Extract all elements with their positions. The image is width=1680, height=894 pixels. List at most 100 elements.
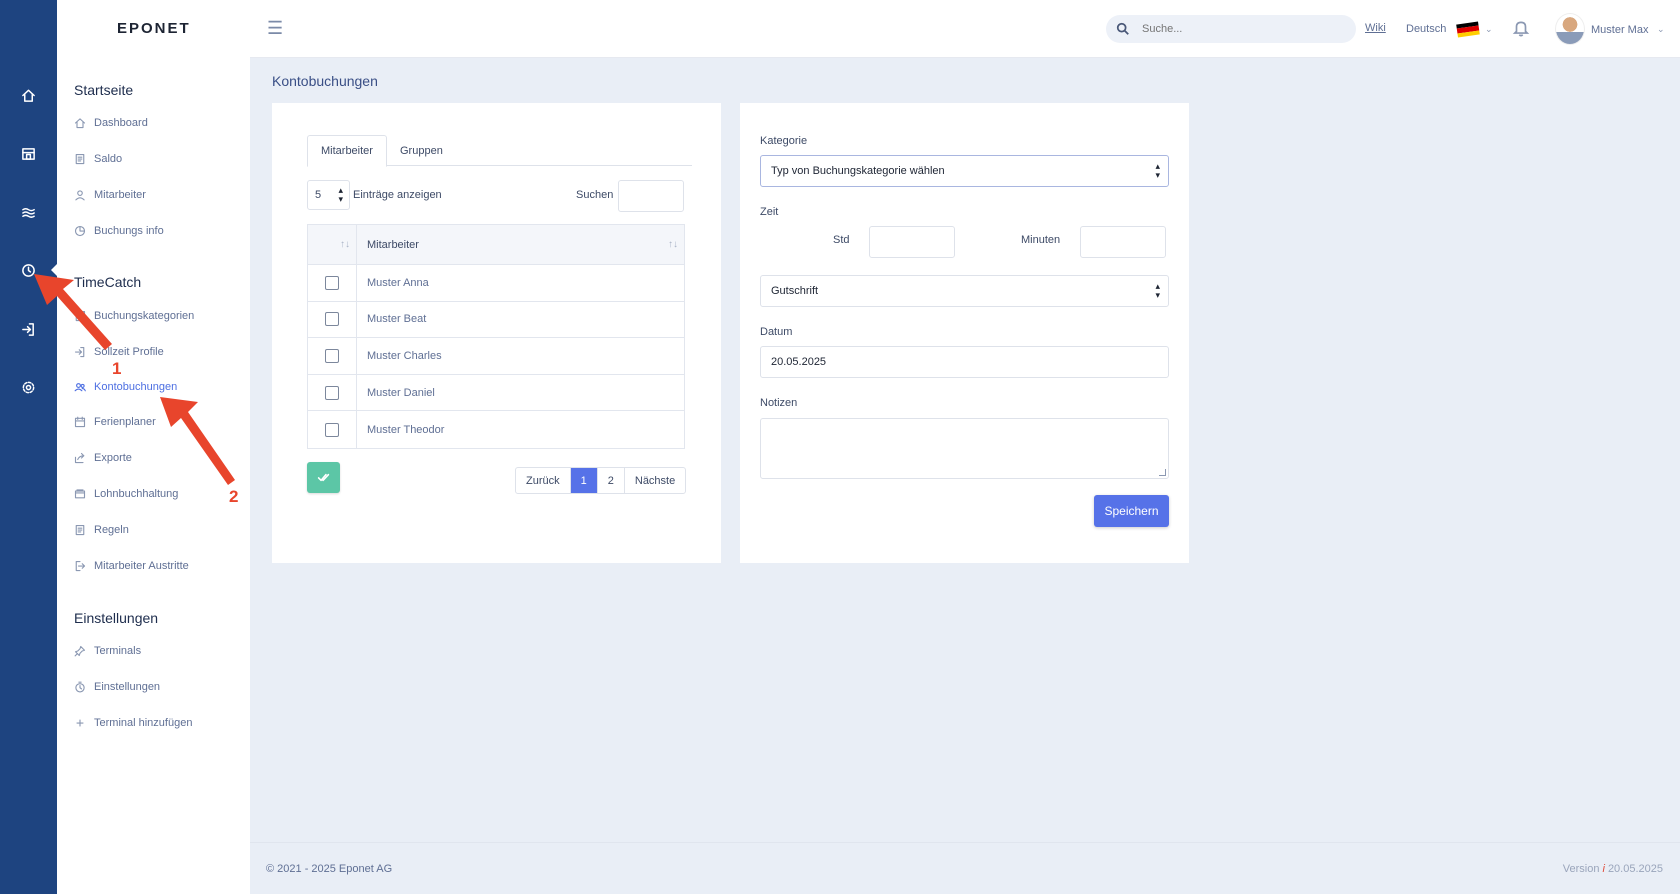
users-icon xyxy=(74,381,94,393)
employee-name: Muster Charles xyxy=(367,349,442,362)
avatar[interactable] xyxy=(1555,13,1585,45)
sidebar-item-label: Buchungskategorien xyxy=(94,310,195,322)
sort-icon[interactable]: ↑↓ xyxy=(668,239,678,250)
table-row: Muster Beat xyxy=(308,301,684,339)
chart-icon xyxy=(74,225,94,237)
select-arrows-icon: ▴ ▾ xyxy=(1155,281,1160,300)
search-box[interactable] xyxy=(1106,15,1356,43)
info-icon[interactable]: i xyxy=(1602,863,1604,875)
sort-icon[interactable]: ↑↓ xyxy=(308,225,357,264)
kategorie-select[interactable]: Typ von Buchungskategorie wählen ▴ ▾ xyxy=(760,155,1169,187)
sidebar-item-saldo[interactable]: Saldo xyxy=(74,149,122,169)
sidebar-item-kontobuchungen[interactable]: Kontobuchungen xyxy=(74,377,177,397)
employee-name: Muster Anna xyxy=(367,276,429,289)
notizen-label: Notizen xyxy=(760,397,798,409)
column-header-mitarbeiter[interactable]: Mitarbeiter ↑↓ xyxy=(357,225,684,264)
employee-list-card: Mitarbeiter Gruppen 5 ▴ ▾ Einträge anzeig… xyxy=(272,103,721,563)
user-name[interactable]: Muster Max xyxy=(1591,24,1648,36)
pagination: Zurück 1 2 Nächste xyxy=(515,467,687,494)
language-label[interactable]: Deutsch xyxy=(1406,23,1446,35)
row-checkbox[interactable] xyxy=(325,312,339,327)
sidebar-item-label: Kontobuchungen xyxy=(94,381,178,393)
sidebar-item-regeln[interactable]: Regeln xyxy=(74,520,129,540)
resize-handle-icon[interactable] xyxy=(1159,469,1166,476)
booking-form-card: Kategorie Typ von Buchungskategorie wähl… xyxy=(740,103,1189,563)
eponet-logo[interactable]: EPONET xyxy=(117,20,191,37)
sidebar-item-mitarbeiter[interactable]: Mitarbeiter xyxy=(74,185,146,205)
footer: © 2021 - 2025 Eponet AG Version i 20.05.20… xyxy=(250,842,1680,894)
menu-toggle-icon[interactable]: ☰ xyxy=(267,18,283,39)
store-icon[interactable] xyxy=(18,143,38,163)
wiki-link[interactable]: Wiki xyxy=(1365,22,1386,34)
home-icon xyxy=(74,117,94,129)
chevron-down-icon[interactable]: ⌄ xyxy=(1657,24,1665,35)
sidebar-item-buchungskategorien[interactable]: Buchungskategorien xyxy=(74,306,194,326)
document-icon xyxy=(74,524,94,536)
sidebar-item-ferienplaner[interactable]: Ferienplaner xyxy=(74,412,156,432)
sidebar-item-label: Regeln xyxy=(94,524,129,536)
icon-rail xyxy=(0,0,58,894)
select-all-button[interactable] xyxy=(307,462,340,493)
sidebar-item-label: Dashboard xyxy=(94,117,148,129)
minuten-label: Minuten xyxy=(1021,234,1061,246)
employee-name: Muster Daniel xyxy=(367,386,435,399)
waves-icon[interactable] xyxy=(18,202,38,222)
employee-name: Muster Beat xyxy=(367,313,427,326)
sidebar-item-mitarbeiter-austritte[interactable]: Mitarbeiter Austritte xyxy=(74,556,189,576)
sidebar-item-exporte[interactable]: Exporte xyxy=(74,448,132,468)
std-input[interactable] xyxy=(869,226,955,258)
save-button[interactable]: Speichern xyxy=(1094,495,1169,527)
table-search-input[interactable] xyxy=(618,180,684,212)
gear-icon[interactable] xyxy=(18,377,38,397)
sidebar-item-buchungs-info[interactable]: Buchungs info xyxy=(74,221,164,241)
datum-value: 20.05.2025 xyxy=(771,356,827,368)
kategorie-value: Typ von Buchungskategorie wählen xyxy=(771,165,945,177)
pin-icon xyxy=(74,645,94,657)
booking-type-select[interactable]: Gutschrift ▴ ▾ xyxy=(760,275,1169,307)
page-1-button[interactable]: 1 xyxy=(570,468,598,493)
booking-type-value: Gutschrift xyxy=(771,285,819,297)
sidebar-item-dashboard[interactable]: Dashboard xyxy=(74,113,148,133)
tab-gruppen[interactable]: Gruppen xyxy=(387,135,456,166)
sidebar-item-terminals[interactable]: Terminals xyxy=(74,641,141,661)
next-page-button[interactable]: Nächste xyxy=(625,468,685,493)
entries-select[interactable]: 5 ▴ ▾ xyxy=(307,180,350,210)
copy-icon xyxy=(74,310,94,322)
select-arrows-icon: ▴ ▾ xyxy=(1155,161,1160,180)
minuten-input[interactable] xyxy=(1080,226,1166,258)
copyright-text: © 2021 - 2025 Eponet AG xyxy=(266,863,393,875)
chevron-down-icon[interactable]: ⌄ xyxy=(1485,24,1493,35)
zeit-label: Zeit xyxy=(760,206,779,218)
prev-page-button[interactable]: Zurück xyxy=(516,468,571,493)
plus-icon xyxy=(74,717,94,729)
tab-mitarbeiter[interactable]: Mitarbeiter xyxy=(307,135,387,167)
row-checkbox[interactable] xyxy=(325,348,339,363)
version-label: Version xyxy=(1562,863,1600,875)
row-checkbox[interactable] xyxy=(325,422,339,437)
home-icon[interactable] xyxy=(18,85,38,105)
clock-icon[interactable] xyxy=(18,260,38,280)
double-check-icon xyxy=(317,473,330,482)
search-input[interactable] xyxy=(1142,23,1342,35)
row-checkbox[interactable] xyxy=(325,385,339,400)
german-flag-icon[interactable] xyxy=(1456,21,1480,38)
login-icon[interactable] xyxy=(18,319,38,339)
annotation-label-2: 2 xyxy=(229,487,239,506)
sidebar-item-einstellungen[interactable]: Einstellungen xyxy=(74,677,160,697)
share-icon xyxy=(74,452,94,464)
sidebar-item-label: Terminals xyxy=(94,645,142,657)
page-2-button[interactable]: 2 xyxy=(598,468,625,493)
section-einstellungen: Einstellungen xyxy=(74,610,159,626)
row-checkbox[interactable] xyxy=(325,275,339,290)
datum-input[interactable]: 20.05.2025 xyxy=(760,346,1169,378)
table-search-label: Suchen xyxy=(576,189,614,201)
search-icon xyxy=(1116,22,1129,35)
table-row: Muster Daniel xyxy=(308,374,684,412)
bell-icon[interactable] xyxy=(1512,19,1530,40)
sidebar-item-terminal-hinzufuegen[interactable]: Terminal hinzufügen xyxy=(74,713,192,733)
notizen-textarea[interactable] xyxy=(760,418,1169,479)
employee-table: ↑↓ Mitarbeiter ↑↓ Muster Anna Muster Bea… xyxy=(307,224,685,449)
wallet-icon xyxy=(74,488,94,500)
version-info: Version i 20.05.2025 xyxy=(1563,863,1663,875)
sidebar-item-lohnbuchhaltung[interactable]: Lohnbuchhaltung xyxy=(74,484,178,504)
